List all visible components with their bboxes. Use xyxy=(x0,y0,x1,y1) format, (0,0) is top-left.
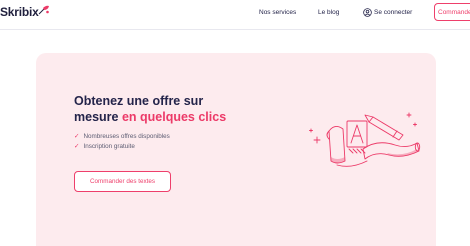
check-icon: ✓ xyxy=(74,133,80,140)
feature-label: Inscription gratuite xyxy=(83,143,135,150)
hero-title-plain: mesure xyxy=(74,110,122,124)
hero-title-line1: Obtenez une offre sur xyxy=(74,94,204,108)
hero-title-accent: en quelques clics xyxy=(121,110,227,124)
check-icon: ✓ xyxy=(74,143,80,150)
user-circle-icon[interactable] xyxy=(363,8,372,17)
feature-item: ✓ Nombreuses offres disponibles xyxy=(74,132,170,140)
site-header: Skribix Nos services Le blog Se connecte… xyxy=(0,0,470,30)
writing-tools-illustration xyxy=(309,112,421,167)
hero-title: Obtenez une offre sur mesure en quelques… xyxy=(74,93,254,125)
nav-services-link[interactable]: Nos services xyxy=(259,9,296,16)
quill-pen-icon xyxy=(38,5,49,15)
login-link[interactable]: Se connecter xyxy=(374,9,412,16)
logo[interactable]: Skribix xyxy=(0,5,39,19)
feature-item: ✓ Inscription gratuite xyxy=(74,142,135,150)
nav-blog-link[interactable]: Le blog xyxy=(318,9,339,16)
order-button[interactable]: Commander xyxy=(434,3,470,21)
hero-banner: Obtenez une offre sur mesure en quelques… xyxy=(36,53,436,246)
order-texts-button[interactable]: Commander des textes xyxy=(74,171,171,192)
feature-label: Nombreuses offres disponibles xyxy=(83,133,170,140)
